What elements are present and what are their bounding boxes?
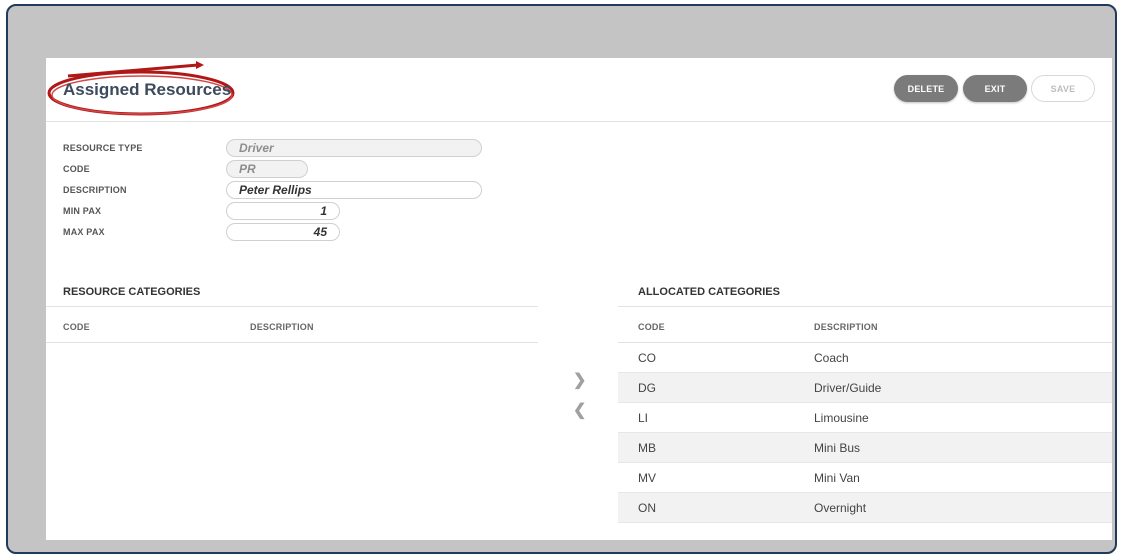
divider <box>46 342 538 343</box>
exit-button[interactable]: EXIT <box>963 75 1027 102</box>
table-row[interactable]: MV Mini Van <box>618 463 1112 493</box>
category-description: Mini Van <box>814 471 860 485</box>
min-pax-field[interactable]: 1 <box>226 202 340 220</box>
allocated-code-header: CODE <box>638 322 665 332</box>
category-description: Limousine <box>814 411 869 425</box>
description-field[interactable]: Peter Rellips <box>226 181 482 199</box>
category-code: MV <box>638 471 656 485</box>
table-row[interactable]: DG Driver/Guide <box>618 373 1112 403</box>
table-row[interactable]: MB Mini Bus <box>618 433 1112 463</box>
category-code: MB <box>638 441 656 455</box>
chevron-right-icon[interactable]: ❯ <box>573 370 586 390</box>
divider <box>46 306 538 307</box>
window-frame: Assigned Resources DELETE EXIT SAVE RESO… <box>6 4 1117 554</box>
assigned-resources-panel: Assigned Resources DELETE EXIT SAVE RESO… <box>46 58 1112 540</box>
allocated-categories-title: ALLOCATED CATEGORIES <box>638 286 780 298</box>
resource-description-header: DESCRIPTION <box>250 322 314 332</box>
table-row[interactable]: CO Coach <box>618 343 1112 373</box>
category-description: Mini Bus <box>814 441 861 455</box>
category-code: CO <box>638 351 656 365</box>
allocated-description-header: DESCRIPTION <box>814 322 878 332</box>
min-pax-label: MIN PAX <box>63 206 102 216</box>
chevron-left-icon[interactable]: ❮ <box>573 400 586 420</box>
max-pax-field[interactable]: 45 <box>226 223 340 241</box>
category-code: LI <box>638 411 649 425</box>
save-button[interactable]: SAVE <box>1031 75 1095 102</box>
divider <box>618 306 1112 307</box>
resource-categories-title: RESOURCE CATEGORIES <box>63 286 201 298</box>
max-pax-label: MAX PAX <box>63 227 105 237</box>
table-row[interactable]: LI Limousine <box>618 403 1112 433</box>
category-code: ON <box>638 501 656 515</box>
resource-type-label: RESOURCE TYPE <box>63 143 143 153</box>
delete-button[interactable]: DELETE <box>894 75 958 102</box>
description-label: DESCRIPTION <box>63 185 127 195</box>
table-row[interactable]: ON Overnight <box>618 493 1112 523</box>
code-label: CODE <box>63 164 90 174</box>
category-description: Driver/Guide <box>814 381 882 395</box>
category-code: DG <box>638 381 656 395</box>
code-field[interactable]: PR <box>226 160 308 178</box>
resource-type-field[interactable]: Driver <box>226 139 482 157</box>
panel-header: Assigned Resources DELETE EXIT SAVE <box>46 58 1112 122</box>
page-title: Assigned Resources <box>63 80 232 99</box>
category-description: Coach <box>814 351 849 365</box>
resource-code-header: CODE <box>63 322 90 332</box>
category-description: Overnight <box>814 501 867 515</box>
